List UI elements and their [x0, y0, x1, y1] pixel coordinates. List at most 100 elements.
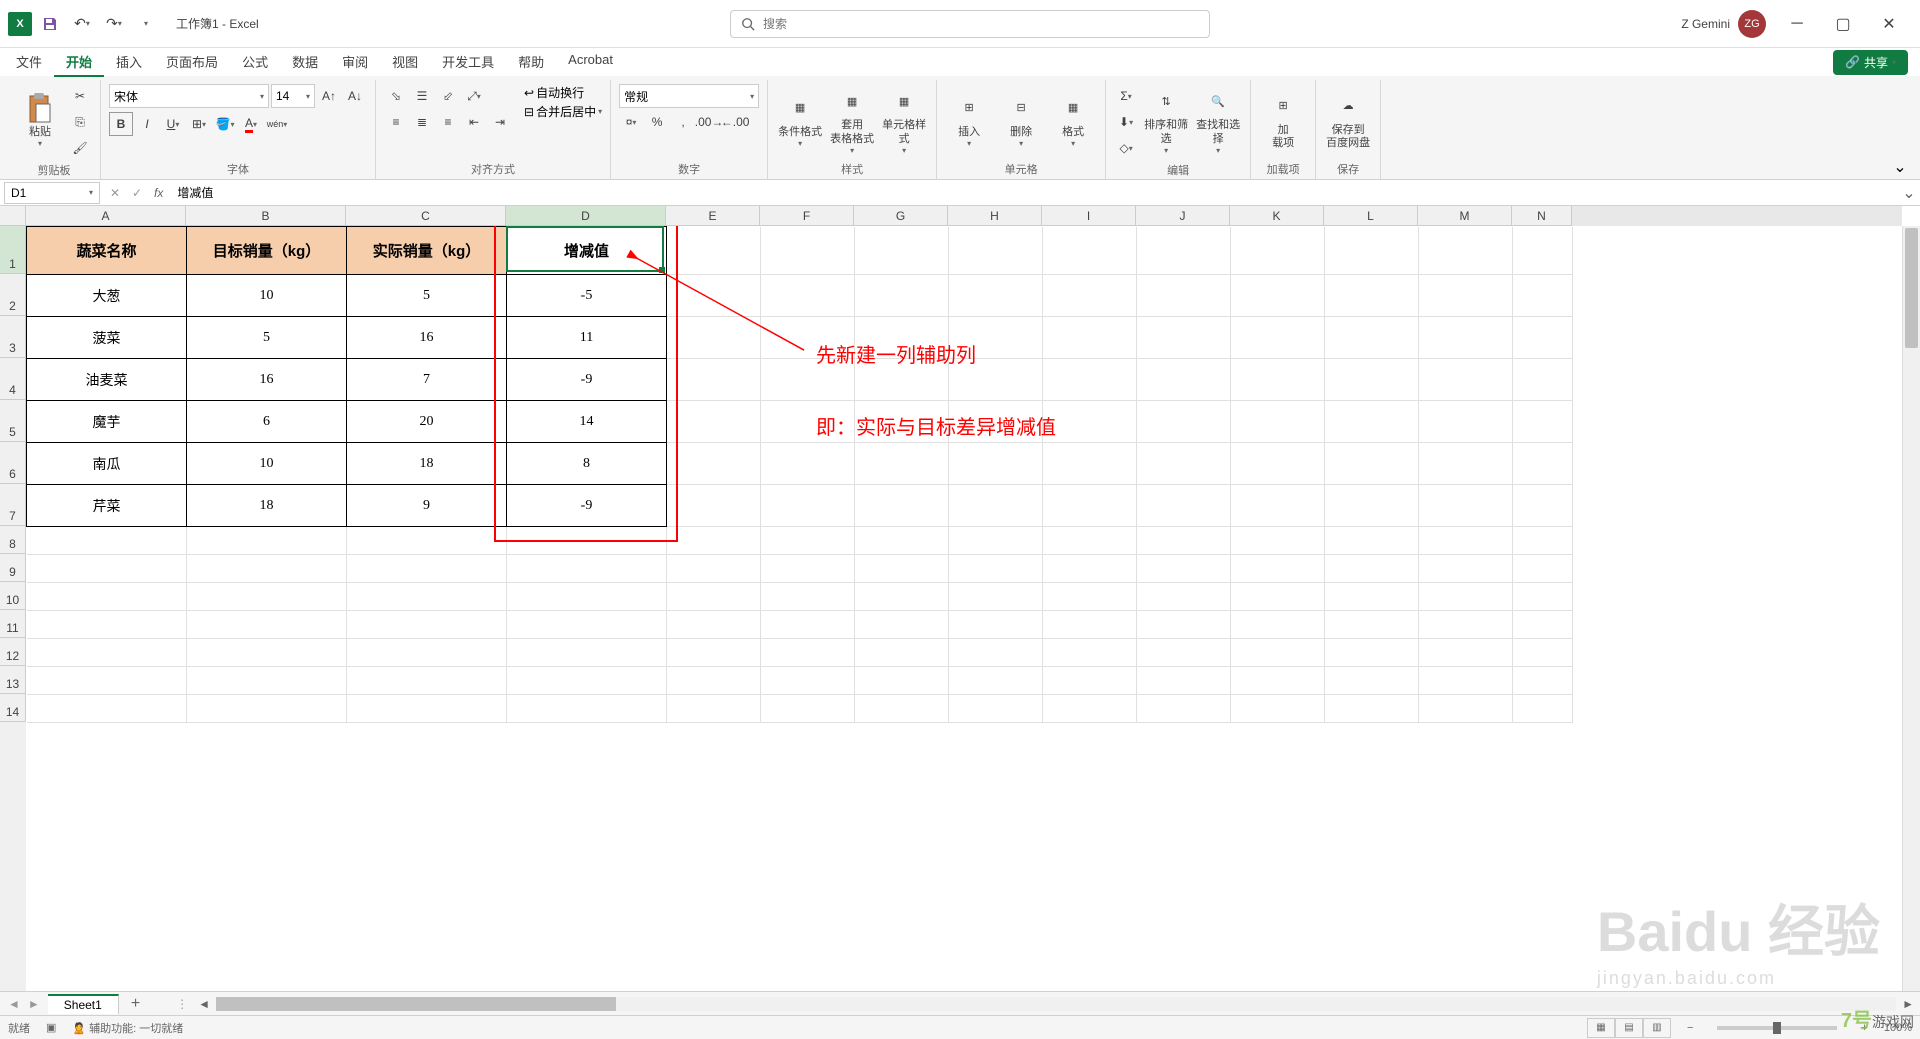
search-box[interactable]: 搜索 [730, 10, 1210, 38]
cell-F9[interactable] [761, 555, 855, 583]
cell-A8[interactable] [27, 527, 187, 555]
row-header-11[interactable]: 11 [0, 610, 26, 638]
row-header-9[interactable]: 9 [0, 554, 26, 582]
cell-D4[interactable]: -9 [507, 359, 667, 401]
number-format-select[interactable]: 常规▾ [619, 84, 759, 108]
page-break-view-icon[interactable]: ▥ [1643, 1018, 1671, 1038]
minimize-button[interactable]: ─ [1774, 8, 1820, 40]
cell-M4[interactable] [1419, 359, 1513, 401]
cell-L8[interactable] [1325, 527, 1419, 555]
close-button[interactable]: ✕ [1866, 8, 1912, 40]
row-header-10[interactable]: 10 [0, 582, 26, 610]
cell-B12[interactable] [187, 639, 347, 667]
cell-I9[interactable] [1043, 555, 1137, 583]
cell-A11[interactable] [27, 611, 187, 639]
cell-K8[interactable] [1231, 527, 1325, 555]
cell-E13[interactable] [667, 667, 761, 695]
col-header-K[interactable]: K [1230, 206, 1324, 226]
indent-decrease-icon[interactable]: ⇤ [462, 110, 486, 134]
cell-K1[interactable] [1231, 227, 1325, 275]
cell-J6[interactable] [1137, 443, 1231, 485]
fx-icon[interactable]: fx [148, 186, 169, 200]
wrap-text-button[interactable]: ↩自动换行 [524, 84, 602, 101]
fill-icon[interactable]: ⬇▾ [1114, 110, 1138, 134]
cell-H1[interactable] [949, 227, 1043, 275]
col-header-L[interactable]: L [1324, 206, 1418, 226]
cell-G10[interactable] [855, 583, 949, 611]
cell-J7[interactable] [1137, 485, 1231, 527]
cell-I4[interactable] [1043, 359, 1137, 401]
cell-B4[interactable]: 16 [187, 359, 347, 401]
share-button[interactable]: 🔗 共享 ▾ [1833, 50, 1908, 75]
cell-J14[interactable] [1137, 695, 1231, 723]
cell-A7[interactable]: 芹菜 [27, 485, 187, 527]
col-header-F[interactable]: F [760, 206, 854, 226]
menu-tab-6[interactable]: 审阅 [330, 48, 380, 77]
confirm-formula-icon[interactable]: ✓ [126, 182, 148, 204]
cell-E6[interactable] [667, 443, 761, 485]
format-table-button[interactable]: ▦套用 表格格式▾ [828, 84, 876, 156]
cell-G1[interactable] [855, 227, 949, 275]
cell-L14[interactable] [1325, 695, 1419, 723]
cell-B6[interactable]: 10 [187, 443, 347, 485]
cell-K11[interactable] [1231, 611, 1325, 639]
cell-L12[interactable] [1325, 639, 1419, 667]
col-header-M[interactable]: M [1418, 206, 1512, 226]
cell-M2[interactable] [1419, 275, 1513, 317]
redo-icon[interactable]: ↷▾ [100, 10, 128, 38]
conditional-format-button[interactable]: ▦条件格式▾ [776, 84, 824, 156]
italic-button[interactable]: I [135, 112, 159, 136]
cell-M9[interactable] [1419, 555, 1513, 583]
cell-E9[interactable] [667, 555, 761, 583]
collapse-ribbon-icon[interactable]: ⌄ [1888, 155, 1912, 179]
clear-icon[interactable]: ◇▾ [1114, 136, 1138, 160]
cell-J9[interactable] [1137, 555, 1231, 583]
cell-B8[interactable] [187, 527, 347, 555]
align-bottom-icon[interactable]: ⬃ [436, 84, 460, 108]
cell-styles-button[interactable]: ▦单元格样式▾ [880, 84, 928, 156]
horizontal-scrollbar[interactable]: ⋮◄► [172, 997, 1920, 1011]
row-header-3[interactable]: 3 [0, 316, 26, 358]
add-sheet-button[interactable]: + [119, 995, 152, 1013]
col-header-A[interactable]: A [26, 206, 186, 226]
delete-cells-button[interactable]: ⊟删除▾ [997, 84, 1045, 156]
cell-H12[interactable] [949, 639, 1043, 667]
row-header-12[interactable]: 12 [0, 638, 26, 666]
cell-M8[interactable] [1419, 527, 1513, 555]
cell-C13[interactable] [347, 667, 507, 695]
col-header-E[interactable]: E [666, 206, 760, 226]
menu-tab-0[interactable]: 文件 [4, 48, 54, 77]
cell-N6[interactable] [1513, 443, 1573, 485]
cell-F12[interactable] [761, 639, 855, 667]
bold-button[interactable]: B [109, 112, 133, 136]
cell-A14[interactable] [27, 695, 187, 723]
currency-icon[interactable]: ¤▾ [619, 110, 643, 134]
cell-J10[interactable] [1137, 583, 1231, 611]
cell-H11[interactable] [949, 611, 1043, 639]
cell-J5[interactable] [1137, 401, 1231, 443]
col-header-D[interactable]: D [506, 206, 666, 226]
cell-C4[interactable]: 7 [347, 359, 507, 401]
col-header-C[interactable]: C [346, 206, 506, 226]
menu-tab-10[interactable]: Acrobat [556, 48, 625, 77]
row-header-7[interactable]: 7 [0, 484, 26, 526]
row-header-6[interactable]: 6 [0, 442, 26, 484]
cell-A6[interactable]: 南瓜 [27, 443, 187, 485]
cell-I10[interactable] [1043, 583, 1137, 611]
cell-I8[interactable] [1043, 527, 1137, 555]
cell-D10[interactable] [507, 583, 667, 611]
zoom-out-icon[interactable]: − [1687, 1022, 1693, 1034]
cell-F7[interactable] [761, 485, 855, 527]
autosum-icon[interactable]: Σ▾ [1114, 84, 1138, 108]
cell-H14[interactable] [949, 695, 1043, 723]
menu-tab-1[interactable]: 开始 [54, 48, 104, 77]
cell-H9[interactable] [949, 555, 1043, 583]
cell-F6[interactable] [761, 443, 855, 485]
format-cells-button[interactable]: ▦格式▾ [1049, 84, 1097, 156]
menu-tab-4[interactable]: 公式 [230, 48, 280, 77]
cell-M11[interactable] [1419, 611, 1513, 639]
cell-B10[interactable] [187, 583, 347, 611]
cell-B1[interactable]: 目标销量（kg） [187, 227, 347, 275]
cell-J13[interactable] [1137, 667, 1231, 695]
underline-button[interactable]: U▾ [161, 112, 185, 136]
